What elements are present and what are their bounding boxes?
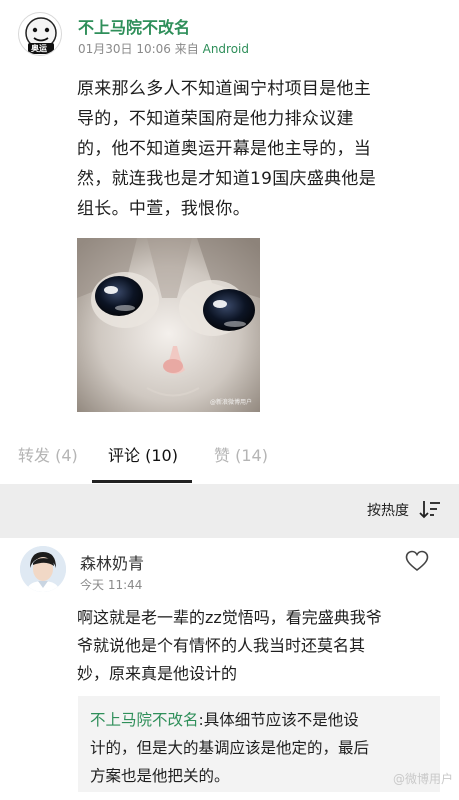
tab-likes-count: (14) (235, 446, 268, 465)
post-source[interactable]: Android (203, 42, 249, 56)
commenter-name[interactable]: 森林奶青 (80, 550, 144, 574)
sort-icon[interactable] (419, 499, 441, 519)
reply-line: 方案也是他把关的。 (90, 767, 230, 785)
reply-line: :具体细节应该不是他设 (198, 711, 359, 729)
comment-line: 爷就说他是个有情怀的人我当时还莫名其 (77, 636, 366, 655)
reply-line: 计的，但是大的基调应该是他定的，最后 (90, 739, 370, 757)
heart-icon[interactable] (405, 550, 429, 572)
crying-cat-picture (77, 238, 260, 412)
reply-author-name[interactable]: 不上马院不改名 (90, 711, 199, 729)
post-author-name[interactable]: 不上马院不改名 (78, 14, 190, 38)
comment-item: 森林奶青 今天 11:44 啊这就是老一辈的zz觉悟吗，看完盛典我爷 爷就说他是… (0, 538, 459, 800)
author-reply[interactable]: 不上马院不改名:具体细节应该不是他设 计的，但是大的基调应该是他定的，最后 方案… (78, 696, 440, 792)
tab-reposts-count: (4) (55, 446, 78, 465)
weibo-watermark: @微博用户 (392, 772, 453, 786)
post-date: 01月30日 10:06 (78, 42, 171, 56)
post-line: 的，他不知道奥运开幕是他主导的，当 (77, 139, 372, 159)
reply-first-line: 不上马院不改名:具体细节应该不是他设 (90, 706, 428, 734)
tab-comments-label: 评论 (108, 446, 141, 465)
image-watermark: @新浪微博用户 (209, 399, 252, 406)
post-meta: 01月30日 10:06 来自 Android (78, 40, 249, 57)
tab-reposts[interactable]: 转发 (4) (18, 442, 78, 466)
avatar-badge-text: 奥运 (31, 44, 47, 53)
author-avatar[interactable]: 奥运 (18, 12, 62, 56)
post-line: 组长。中萱，我恨你。 (77, 199, 250, 219)
person-portrait-icon (20, 546, 66, 592)
weibo-post-page: 奥运 不上马院不改名 01月30日 10:06 来自 Android 原来那么多… (0, 0, 459, 800)
sort-bar: 按热度 (0, 484, 459, 538)
interaction-tabs: 转发 (4) 评论 (10) 赞 (14) (0, 428, 459, 484)
post-line: 然，就连我也是才知道19国庆盛典他是 (77, 169, 377, 189)
commenter-avatar[interactable] (20, 546, 66, 592)
tab-comments[interactable]: 评论 (10) (108, 442, 178, 466)
comment-time: 今天 11:44 (80, 578, 143, 592)
post-header: 奥运 不上马院不改名 01月30日 10:06 来自 Android (18, 10, 438, 58)
tab-comments-count: (10) (145, 446, 178, 465)
post-from-label: 来自 (174, 42, 199, 56)
tab-likes[interactable]: 赞 (14) (214, 442, 268, 466)
comment-line: 妙，原来真是他设计的 (77, 664, 238, 683)
post-image-crying-cat[interactable]: @新浪微博用户 (77, 238, 260, 412)
post-line: 导的，不知道荣国府是他力排众议建 (77, 109, 354, 129)
sort-by-hotness[interactable]: 按热度 (367, 500, 409, 520)
post-body: 原来那么多人不知道闽宁村项目是他主 导的，不知道荣国府是他力排众议建 的，他不知… (77, 74, 439, 224)
active-tab-indicator (92, 480, 192, 483)
tab-likes-label: 赞 (214, 446, 231, 465)
tab-reposts-label: 转发 (18, 446, 51, 465)
comment-body: 啊这就是老一辈的zz觉悟吗，看完盛典我爷 爷就说他是个有情怀的人我当时还莫名其 … (77, 604, 443, 688)
comment-line: 啊这就是老一辈的zz觉悟吗，看完盛典我爷 (77, 608, 382, 627)
post-line: 原来那么多人不知道闽宁村项目是他主 (77, 79, 372, 99)
